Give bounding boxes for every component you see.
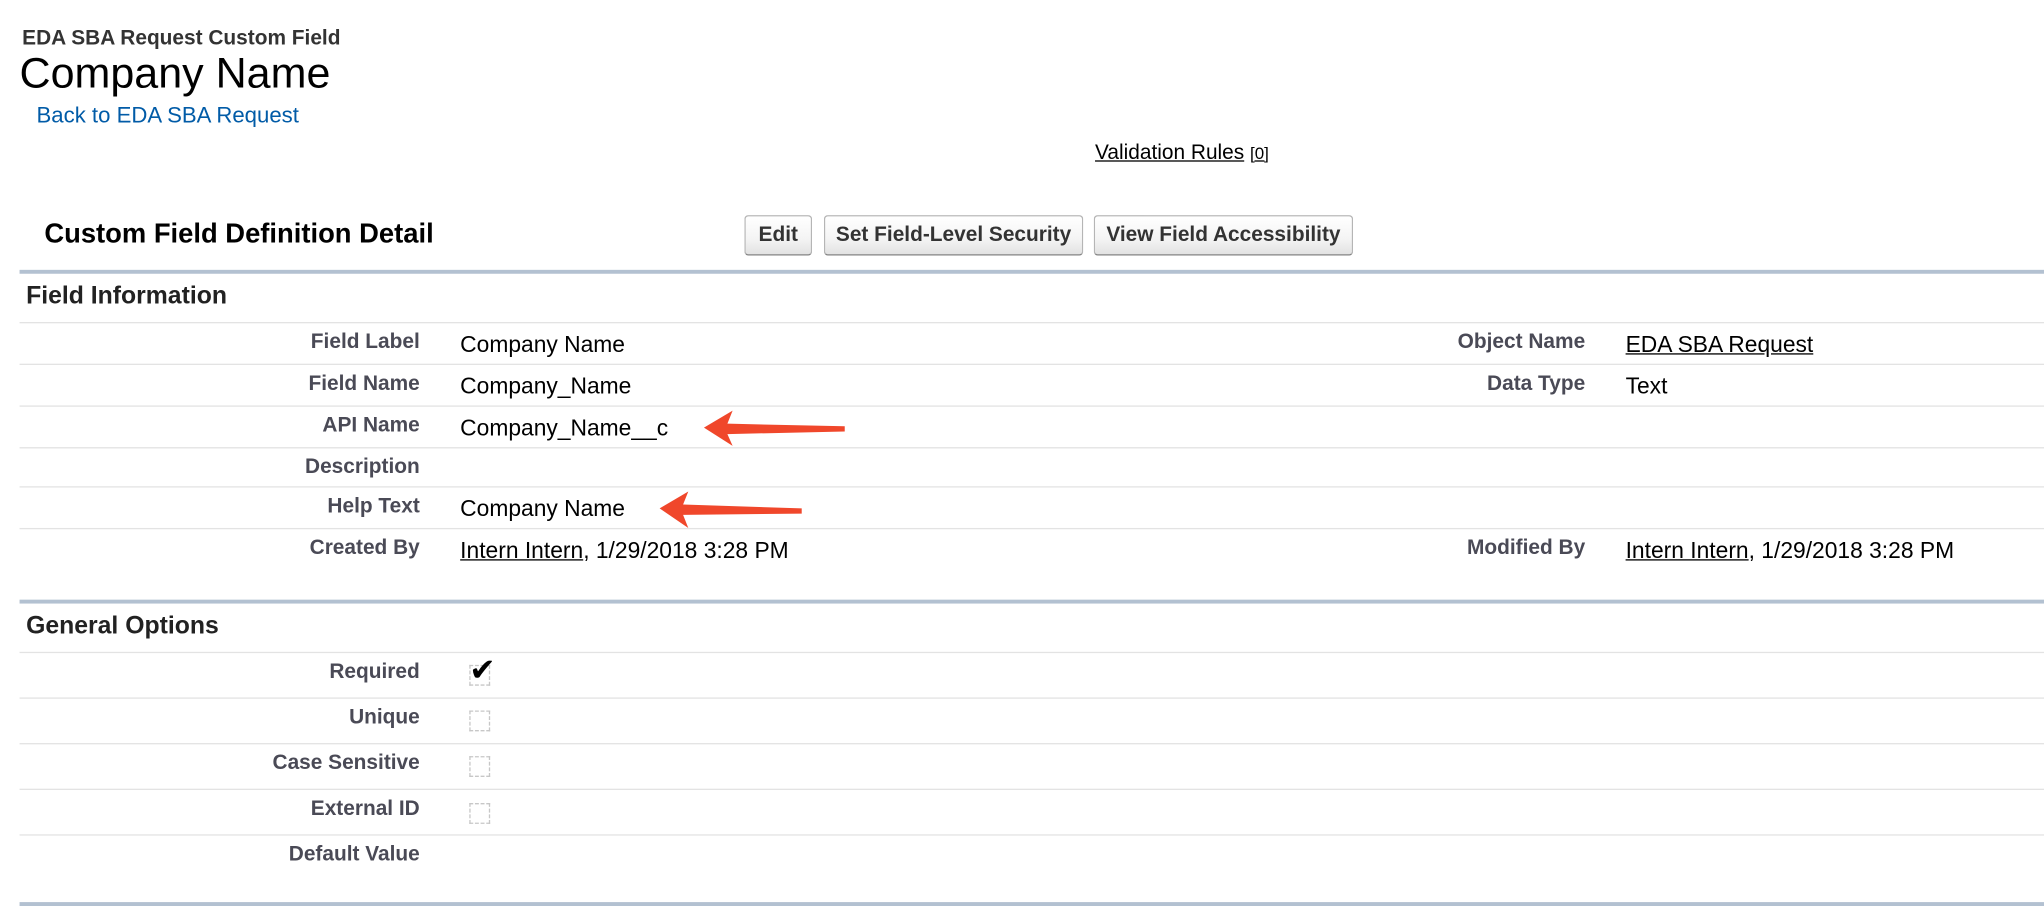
arrow-icon bbox=[703, 410, 845, 446]
arrow-icon bbox=[659, 491, 802, 528]
page: EDA SBA Request Custom Field Company Nam… bbox=[0, 0, 2044, 910]
annotation-arrows bbox=[659, 410, 845, 528]
